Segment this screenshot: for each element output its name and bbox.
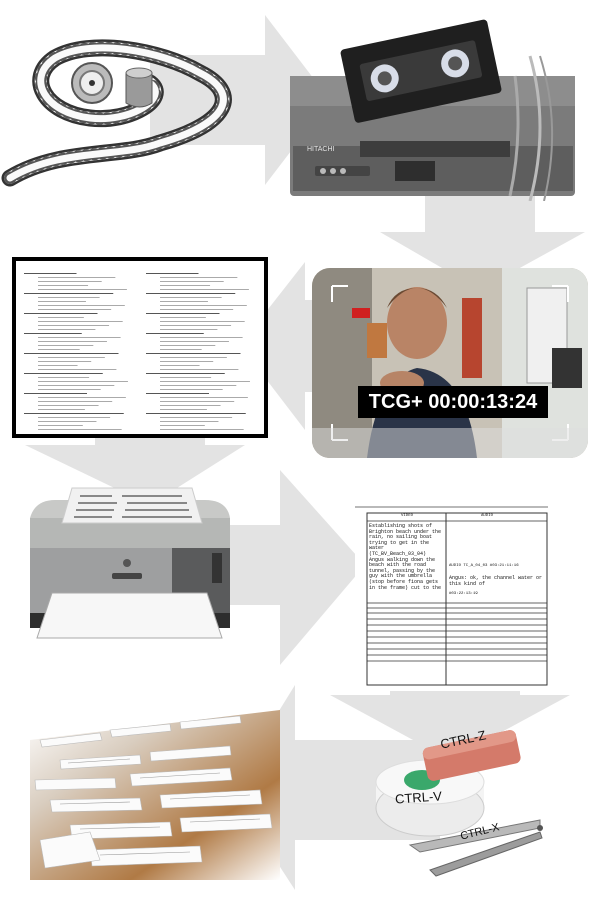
transcript-line — [160, 345, 216, 346]
transcript-line — [38, 397, 126, 398]
transcript-line — [160, 405, 221, 406]
transcript-line — [38, 281, 102, 282]
transcript-line — [38, 321, 123, 322]
vcr-player-icon: HITACHI — [285, 16, 585, 201]
transcript-line — [146, 293, 236, 294]
script-audio-tc: AUDIO TC_A_04_03 #03:21:11:16 — [449, 564, 519, 568]
transcript-line — [146, 353, 241, 354]
transcript-line — [38, 305, 125, 306]
vcr-brand: HITACHI — [307, 146, 335, 153]
transcript-line — [160, 301, 208, 302]
transcript-line — [160, 309, 234, 310]
transcript-line — [38, 361, 92, 362]
transcript-line — [160, 277, 238, 278]
transcript-line — [160, 329, 218, 330]
transcript-line — [38, 369, 117, 370]
transcript-line — [160, 305, 247, 306]
transcript-line — [160, 381, 250, 382]
transcript-line — [160, 397, 248, 398]
transcript-line — [38, 277, 116, 278]
script-audio-tc-2: #03:22:13:19 — [449, 592, 478, 596]
transcript-line — [24, 353, 119, 354]
transcript-line — [160, 357, 227, 358]
transcript-line — [160, 417, 233, 418]
transcript-line — [160, 365, 200, 366]
transcript-line — [160, 409, 207, 410]
transcript-line — [160, 377, 212, 378]
transcript-line — [146, 373, 225, 374]
transcript-line — [38, 365, 78, 366]
transcript-line — [160, 389, 223, 390]
transcript-line — [38, 381, 128, 382]
transcript-line — [146, 333, 204, 334]
transcript-line — [24, 293, 114, 294]
transcript-line — [38, 405, 99, 406]
transcript-line — [38, 289, 127, 290]
transcript-line — [38, 389, 101, 390]
transcript-document-icon — [12, 257, 268, 438]
transcript-line — [160, 369, 239, 370]
transcript-line — [38, 325, 110, 326]
transcript-line — [160, 317, 206, 318]
transcript-line — [38, 409, 85, 410]
transcript-line — [38, 309, 112, 310]
transcript-line — [24, 313, 98, 314]
transcript-line — [38, 429, 122, 430]
transcript-line — [38, 301, 86, 302]
transcript-line — [24, 373, 103, 374]
transcript-line — [146, 393, 209, 394]
transcript-line — [24, 393, 87, 394]
transcript-line — [38, 317, 84, 318]
script-audio-text: Angus: ok, the channel water or this kin… — [449, 575, 543, 587]
transcript-line — [38, 401, 113, 402]
transcript-line — [38, 297, 100, 298]
transcript-line — [38, 425, 83, 426]
script-video-text: Establishing shots of Brighton beach und… — [369, 523, 442, 591]
transcript-line — [160, 281, 224, 282]
transcript-line — [38, 345, 94, 346]
transcript-line — [146, 313, 220, 314]
timecode-overlay: TCG+ 00:00:13:24 — [358, 386, 548, 418]
transcript-line — [160, 361, 214, 362]
film-reel-icon — [0, 28, 260, 198]
script-col-audio: AUDIO — [481, 514, 494, 518]
transcript-line — [24, 273, 77, 274]
transcript-line — [38, 349, 80, 350]
script-col-video: VIDEO — [401, 514, 414, 518]
transcript-line — [160, 385, 237, 386]
transcript-line — [160, 321, 245, 322]
transcript-line — [38, 337, 121, 338]
transcript-line — [38, 377, 90, 378]
transcript-line — [160, 349, 202, 350]
transcript-line — [146, 273, 199, 274]
paper-strips-icon — [30, 700, 280, 880]
transcript-line — [38, 357, 105, 358]
transcript-line — [160, 429, 244, 430]
transcript-line — [160, 285, 211, 286]
edit-tools-icon: CTRL-Z CTRL-V CTRL-X — [370, 720, 570, 890]
transcript-line — [38, 385, 115, 386]
transcript-line — [146, 413, 246, 414]
transcript-line — [38, 417, 111, 418]
transcript-line — [38, 421, 97, 422]
transcript-line — [24, 413, 124, 414]
transcript-line — [38, 285, 89, 286]
transcript-line — [160, 325, 232, 326]
transcript-line — [38, 341, 107, 342]
transcript-line — [24, 333, 82, 334]
transcript-line — [160, 421, 219, 422]
transcript-line — [160, 337, 243, 338]
transcript-line — [160, 425, 205, 426]
transcript-line — [38, 329, 96, 330]
script-document-icon: VIDEO AUDIO Establishing shots of Bright… — [355, 495, 555, 691]
transcript-line — [160, 341, 229, 342]
printer-icon — [22, 478, 237, 653]
transcript-line — [160, 289, 249, 290]
transcript-line — [160, 297, 222, 298]
transcript-line — [160, 401, 235, 402]
arrow-right-2 — [220, 470, 365, 665]
video-frame-icon: TCG+ 00:00:13:24 — [312, 268, 588, 458]
